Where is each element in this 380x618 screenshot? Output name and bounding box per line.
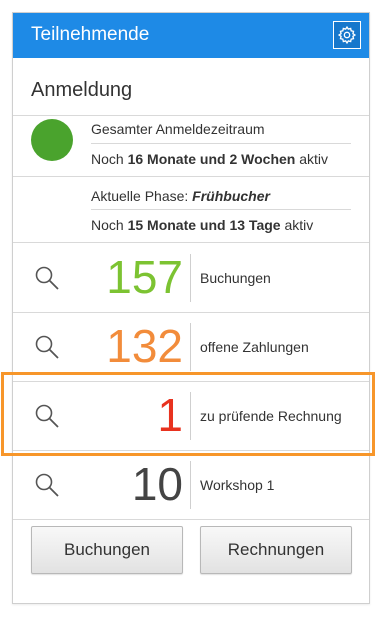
highlight-frame [1,372,375,456]
stat-label: Workshop 1 [200,477,275,493]
status-indicator [31,119,73,161]
period-label: Gesamter Anmeldezeitraum [91,121,265,137]
search-icon[interactable] [33,471,61,499]
divider [91,143,351,144]
divider [13,519,369,520]
divider [91,209,351,210]
stat-count: 132 [106,320,183,372]
search-icon[interactable] [33,264,61,292]
divider [13,176,369,177]
divider [190,323,191,371]
stat-row-open-payments[interactable]: 132 offene Zahlungen [13,313,369,381]
stat-row-workshop[interactable]: 10 Workshop 1 [13,451,369,519]
period-remaining: Noch 16 Monate und 2 Wochen aktiv [91,151,329,167]
search-icon[interactable] [33,333,61,361]
panel-header: Teilnehmende [13,13,369,58]
section-title: Anmeldung [31,79,133,101]
stat-label: Buchungen [200,270,271,286]
stat-row-bookings[interactable]: 157 Buchungen [13,244,369,312]
settings-button[interactable] [333,21,361,49]
gear-icon [337,25,357,45]
stat-count: 10 [131,458,183,510]
divider [13,115,369,116]
participants-panel: Teilnehmende Anmeldung Gesamter Anmeldez… [12,12,370,604]
divider [190,254,191,302]
stat-label: offene Zahlungen [200,339,309,355]
bookings-button[interactable]: Buchungen [31,526,183,574]
panel-title: Teilnehmende [31,24,150,45]
phase-remaining: Noch 15 Monate und 13 Tage aktiv [91,217,314,233]
divider [190,461,191,509]
divider [13,242,369,243]
invoices-button[interactable]: Rechnungen [200,526,352,574]
stat-count: 157 [106,251,183,303]
phase-label: Aktuelle Phase: Frühbucher [91,188,270,204]
